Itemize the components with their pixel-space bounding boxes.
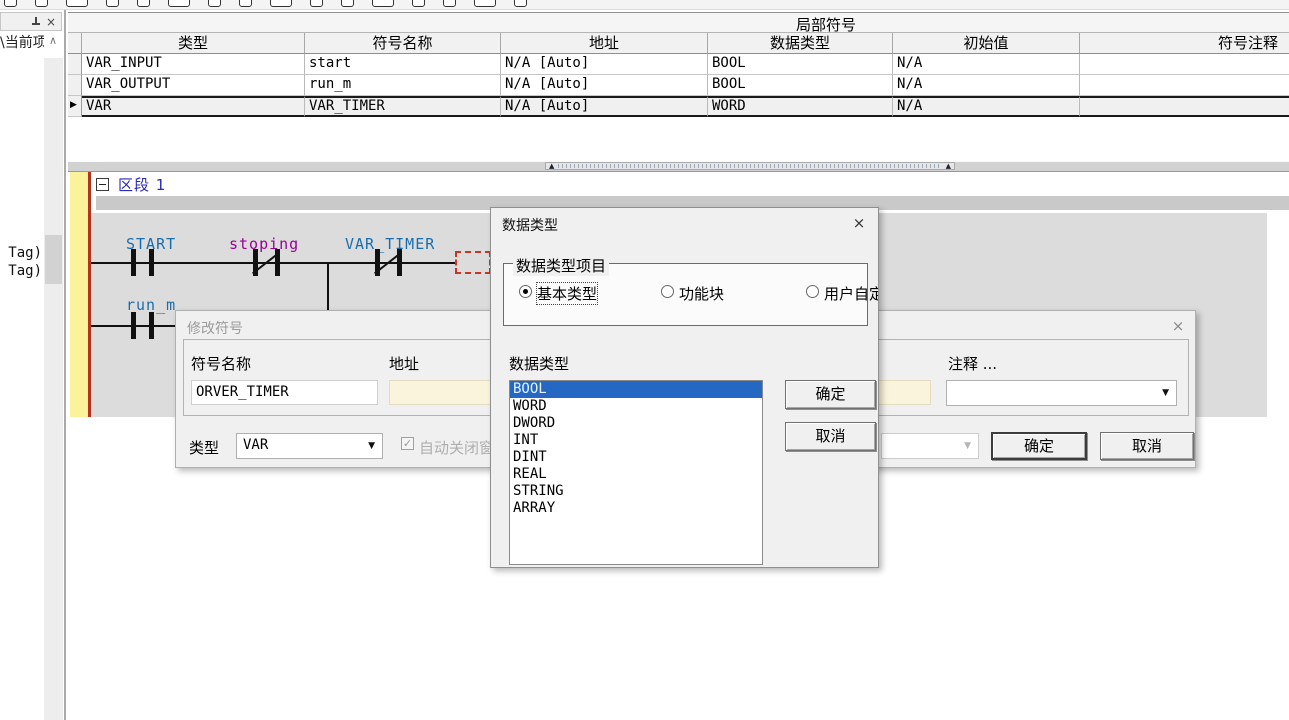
list-item[interactable]: ARRAY xyxy=(510,500,762,517)
chevron-down-icon[interactable]: ▼ xyxy=(1162,388,1169,398)
splitter-handle[interactable]: ▲ ▲ xyxy=(545,162,955,170)
contact-no[interactable] xyxy=(149,312,154,339)
ok-button[interactable]: 确定 xyxy=(785,380,876,409)
contact-no[interactable] xyxy=(131,249,136,276)
type-label: 类型 xyxy=(189,437,219,458)
contact-label[interactable]: stoping xyxy=(229,235,299,253)
col-header-address[interactable]: 地址 xyxy=(501,33,708,54)
list-item[interactable]: STRING xyxy=(510,483,762,500)
list-item[interactable]: DINT xyxy=(510,449,762,466)
table-row-selected[interactable]: ▶ VAR VAR_TIMER N/A [Auto] WORD N/A xyxy=(68,96,1289,117)
contact-no[interactable] xyxy=(131,312,136,339)
col-header-name[interactable]: 符号名称 xyxy=(305,33,501,54)
radio-basic-type[interactable] xyxy=(519,285,532,298)
datatype-dialog: 数据类型 × 数据类型项目 基本类型 功能块 用户自定义 数据类型 BOOL W… xyxy=(490,207,879,568)
address-label: 地址 xyxy=(389,353,419,374)
radio-row: 基本类型 功能块 用户自定义 xyxy=(491,283,878,303)
panel-divider xyxy=(64,10,66,720)
col-header-type[interactable]: 类型 xyxy=(82,33,305,54)
group-label: 数据类型项目 xyxy=(513,255,609,276)
datatype-listbox[interactable]: BOOL WORD DWORD INT DINT REAL STRING ARR… xyxy=(509,380,763,565)
table-title-bar: 局部符号 xyxy=(68,13,1289,33)
radio-user-defined[interactable] xyxy=(806,285,819,298)
tree-panel-header: × xyxy=(0,12,62,31)
symbol-name-input[interactable]: ORVER_TIMER xyxy=(191,380,378,405)
close-icon[interactable]: × xyxy=(46,17,56,27)
name-label: 符号名称 xyxy=(191,353,251,374)
list-label: 数据类型 xyxy=(509,353,569,374)
list-item[interactable]: REAL xyxy=(510,466,762,483)
table-row[interactable]: VAR_INPUT start N/A [Auto] BOOL N/A xyxy=(68,54,1289,75)
radio-function-block[interactable] xyxy=(661,285,674,298)
list-item[interactable]: INT xyxy=(510,432,762,449)
ladder-margin xyxy=(70,172,88,417)
type-combo[interactable]: VAR ▼ xyxy=(236,433,383,459)
selection-cursor[interactable] xyxy=(455,251,491,274)
disabled-combo: ▼ xyxy=(881,433,979,459)
close-icon[interactable]: × xyxy=(850,214,868,232)
table-row[interactable]: VAR_OUTPUT run_m N/A [Auto] BOOL N/A xyxy=(68,75,1289,96)
contact-no[interactable] xyxy=(149,249,154,276)
close-icon[interactable]: × xyxy=(1169,317,1187,335)
cancel-button[interactable]: 取消 xyxy=(1100,432,1194,460)
table-title: 局部符号 xyxy=(796,14,856,35)
list-item[interactable]: DWORD xyxy=(510,415,762,432)
splitter-arrow-icon[interactable]: ▲ xyxy=(946,162,951,170)
comment-label: 注释 ... xyxy=(948,353,997,374)
selector-header xyxy=(68,33,82,54)
ok-button[interactable]: 确定 xyxy=(991,432,1087,460)
tree-scrollbar[interactable] xyxy=(44,58,63,720)
network-label[interactable]: 区段 1 xyxy=(118,174,166,195)
col-header-comment[interactable]: 符号注释 xyxy=(1080,33,1289,54)
list-item[interactable]: BOOL xyxy=(510,381,762,398)
app-window: × \当前项 ∧ Tag) Tag) 局部符号 类型 符号名称 地址 数据类型 … xyxy=(0,0,1289,720)
current-row-marker-icon: ▶ xyxy=(70,100,77,110)
chevron-down-icon: ▼ xyxy=(964,441,971,451)
dialog-title: 修改符号 xyxy=(187,318,243,338)
cancel-button[interactable]: 取消 xyxy=(785,422,876,451)
dialog-title: 数据类型 xyxy=(502,215,558,235)
network-header: 区段 1 xyxy=(96,174,166,194)
autoclose-checkbox[interactable]: ✓ xyxy=(401,437,414,450)
menu-bar-clipped[interactable] xyxy=(0,0,1289,10)
chevron-down-icon[interactable]: ▼ xyxy=(368,441,375,451)
comment-combo[interactable]: ▼ xyxy=(946,380,1177,406)
tree-panel-tab-label[interactable]: \当前项 xyxy=(0,32,44,54)
contact-label[interactable]: VAR_TIMER xyxy=(345,235,435,253)
col-header-initial[interactable]: 初始值 xyxy=(893,33,1080,54)
collapse-icon[interactable] xyxy=(96,178,109,191)
pin-icon[interactable] xyxy=(32,17,40,27)
list-item[interactable]: WORD xyxy=(510,398,762,415)
tree-scrollbar-thumb[interactable] xyxy=(45,235,62,284)
col-header-datatype[interactable]: 数据类型 xyxy=(708,33,893,54)
scroll-up-icon[interactable]: ∧ xyxy=(44,34,62,52)
table-header-row: 类型 符号名称 地址 数据类型 初始值 符号注释 xyxy=(68,33,1289,54)
tree-item[interactable]: Tag) Tag) xyxy=(0,245,42,281)
splitter-arrow-icon[interactable]: ▲ xyxy=(549,162,554,170)
